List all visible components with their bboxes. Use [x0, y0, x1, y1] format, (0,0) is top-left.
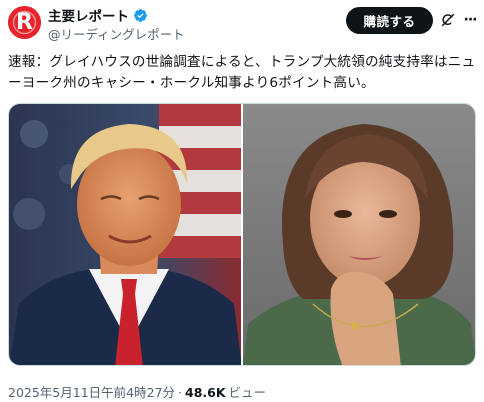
photo-left[interactable] [9, 104, 241, 365]
photo-right[interactable] [243, 104, 475, 365]
verified-badge-icon [133, 8, 148, 23]
author-name-row: 主要レポート [48, 5, 148, 25]
timestamp[interactable]: 2025年5月11日午前4時27分 [8, 382, 175, 401]
handle[interactable]: @リーディングレポート [48, 24, 185, 43]
photo-left-image [9, 104, 241, 365]
views-count[interactable]: 48.6K [185, 385, 226, 400]
display-name[interactable]: 主要レポート [48, 5, 129, 25]
post-text: 速報：グレイハウスの世論調査によると、トランプ大統領の純支持率はニューヨーク州の… [8, 54, 476, 91]
views-label: ビュー [228, 385, 267, 400]
grok-icon[interactable] [440, 12, 456, 28]
subscribe-button[interactable]: 購読する [346, 7, 433, 34]
meta-separator: · [178, 385, 183, 400]
avatar[interactable]: R [8, 6, 41, 39]
avatar-letter: R [16, 10, 33, 35]
post-meta: 2025年5月11日午前4時27分 · 48.6K ビュー [8, 382, 266, 401]
photo-right-image [243, 104, 475, 365]
media-grid[interactable] [8, 103, 476, 366]
more-icon[interactable]: ··· [462, 12, 478, 28]
